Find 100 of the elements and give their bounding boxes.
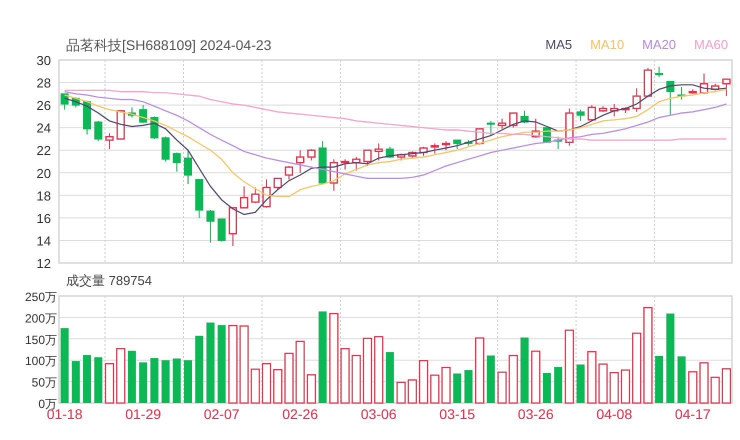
axis-label: 03-06 <box>360 406 397 422</box>
volume-bar <box>699 362 709 404</box>
axis-label: 24 <box>36 120 51 136</box>
volume-bar <box>262 363 272 404</box>
candlestick <box>678 86 686 100</box>
chart-title: 成交量 789754 <box>66 273 152 289</box>
volume-bar <box>430 374 440 404</box>
axis-label: 04-17 <box>674 406 711 422</box>
candlestick <box>206 210 214 244</box>
volume-bar <box>632 332 642 404</box>
volume-bar <box>352 354 361 404</box>
candlestick <box>632 88 641 112</box>
candlestick <box>666 80 674 116</box>
volume-bar <box>497 372 507 404</box>
axis-label: 150万 <box>24 332 57 347</box>
axis-label: 04-08 <box>596 406 632 422</box>
volume-bar <box>678 356 686 403</box>
volume-bar <box>710 376 720 404</box>
candlestick <box>83 100 92 135</box>
candlestick <box>498 118 506 130</box>
candlestick <box>184 150 192 185</box>
volume-bar <box>83 355 92 403</box>
legend-label: MA10 <box>590 36 624 54</box>
candlestick <box>610 103 618 117</box>
volume-bar <box>306 374 316 404</box>
candlestick <box>94 120 102 142</box>
candlestick <box>430 142 439 154</box>
volume-bar <box>554 367 562 403</box>
volume-bar <box>284 352 294 404</box>
volume-bar <box>172 358 181 403</box>
volume-bar <box>620 369 630 404</box>
volume-bar <box>250 368 260 404</box>
axis-label: 14 <box>36 233 51 248</box>
candlestick <box>251 186 260 204</box>
candlestick <box>172 152 181 172</box>
volume-bar <box>542 373 551 403</box>
candlestick <box>464 140 472 146</box>
candlestick <box>284 166 294 180</box>
axis-label: 20 <box>36 166 51 181</box>
candlestick <box>218 218 226 242</box>
axis-label: 26 <box>36 98 51 114</box>
volume-bar <box>340 348 350 404</box>
candlestick <box>139 104 148 124</box>
volume-bar <box>418 360 428 404</box>
candlestick <box>352 156 360 172</box>
candlestick <box>532 118 540 138</box>
chart-title: 品茗科技[SH688109] 2024-04-23 <box>66 36 272 54</box>
candlestick <box>688 88 697 94</box>
candlestick <box>711 83 720 91</box>
volume-bar <box>655 356 664 403</box>
axis-label: 100万 <box>24 354 57 368</box>
volume-bar <box>453 373 462 403</box>
candlestick <box>408 150 416 159</box>
volume-bar <box>374 336 384 404</box>
candlestick <box>72 96 80 108</box>
axis-label: 200万 <box>24 311 57 326</box>
candlestick <box>509 112 518 128</box>
axis-label: 250万 <box>24 292 57 304</box>
axis-label: 03-26 <box>518 406 554 422</box>
volume-bar <box>598 363 608 404</box>
candlestick <box>576 109 585 122</box>
volume-bar <box>195 336 204 403</box>
axis-label: 12 <box>36 256 51 270</box>
axis-label: 16 <box>36 210 51 226</box>
candlestick <box>442 140 450 151</box>
volume-bar <box>386 352 394 403</box>
candlestick <box>520 110 528 124</box>
volume-bar <box>688 371 698 404</box>
candlestick <box>240 186 248 208</box>
candlestick <box>374 142 383 161</box>
candlestick <box>162 136 170 162</box>
candlestick <box>296 150 304 174</box>
volume-bar <box>587 351 596 404</box>
legend-label: MA5 <box>545 36 572 54</box>
volume-bar <box>520 338 528 403</box>
volume-bar <box>610 372 619 404</box>
candlestick <box>621 106 630 114</box>
legend-label: MA60 <box>694 36 728 54</box>
candlestick <box>262 179 271 208</box>
volume-bar <box>722 368 731 404</box>
candlestick <box>655 66 664 78</box>
legend-label: MA20 <box>642 36 676 54</box>
candlestick <box>565 108 574 146</box>
volume-bar <box>116 348 126 404</box>
candlestick <box>486 120 495 136</box>
candlestick <box>340 158 350 170</box>
candlestick <box>722 78 731 97</box>
candlestick <box>598 106 608 112</box>
volume-bar <box>464 370 472 403</box>
axis-label: 03-15 <box>439 406 476 422</box>
candlestick <box>386 146 394 159</box>
axis-label: 50万 <box>32 376 57 390</box>
volume-bar <box>104 363 114 404</box>
candlestick <box>363 150 372 166</box>
axis-label: 30 <box>36 56 51 68</box>
candlestick <box>128 106 136 118</box>
volume-bar <box>273 369 282 404</box>
volume-bar <box>139 362 148 403</box>
candlestick <box>396 153 406 161</box>
candlestick <box>419 146 428 156</box>
